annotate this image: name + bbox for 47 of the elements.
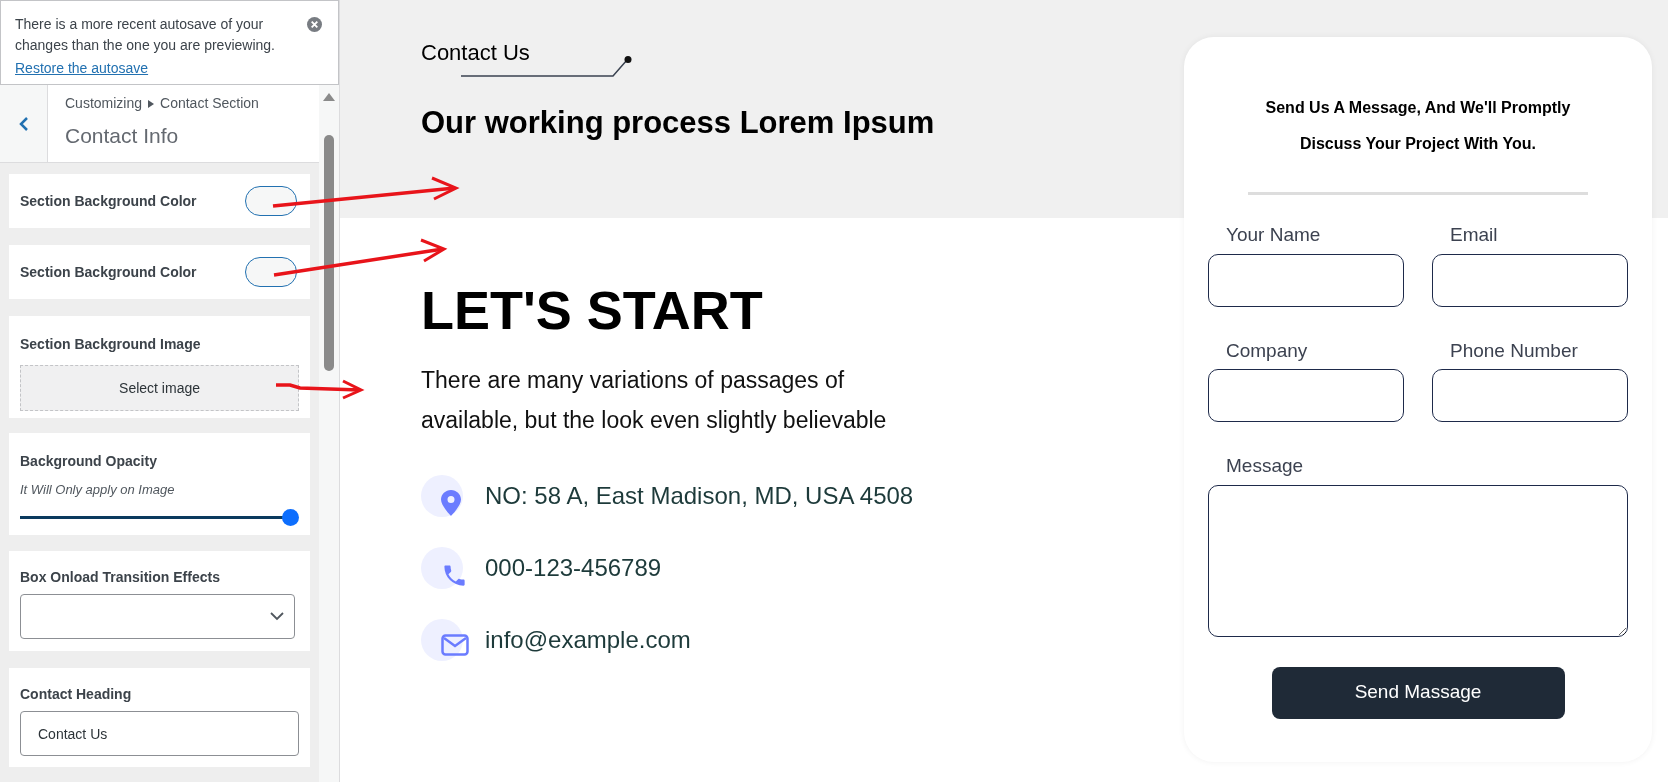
slider-thumb[interactable] xyxy=(282,508,300,526)
section-paragraph: There are many variations of passages of available, but the look even slightly believable xyxy=(421,366,888,435)
control-label: Contact Heading xyxy=(20,685,133,704)
breadcrumb-separator-icon xyxy=(148,99,155,108)
select-field[interactable] xyxy=(20,594,296,639)
section-title: LET'S START xyxy=(421,280,764,340)
close-icon[interactable] xyxy=(307,17,322,32)
chevron-down-icon xyxy=(270,612,285,621)
contact-info-text: info@example.com xyxy=(485,625,691,655)
back-chevron-icon xyxy=(18,115,29,132)
location-pin-icon xyxy=(441,490,461,516)
section-heading: Our working process Lorem Ipsum xyxy=(421,104,935,142)
scrollbar[interactable] xyxy=(319,85,339,782)
field-label: Company xyxy=(1225,338,1309,363)
color-swatch[interactable] xyxy=(245,186,298,216)
control-label: Section Background Image xyxy=(20,335,202,354)
text-input[interactable] xyxy=(1432,253,1628,307)
text-input[interactable] xyxy=(1208,253,1404,307)
breadcrumb-item: Contact Section xyxy=(160,94,259,113)
color-swatch[interactable] xyxy=(245,257,298,287)
control-label: Section Background Color xyxy=(20,262,197,282)
text-input[interactable] xyxy=(1432,369,1628,422)
contact-info-text: 000-123-456789 xyxy=(485,553,662,583)
scroll-up-icon[interactable] xyxy=(323,93,336,101)
select-image-button[interactable]: Select image xyxy=(20,365,300,411)
field-label: Email xyxy=(1449,223,1499,247)
scrollbar-thumb[interactable] xyxy=(324,135,335,371)
control-label: Section Background Color xyxy=(20,191,197,211)
field-label: Message xyxy=(1225,454,1305,478)
notice-text: There is a more recent autosave of your changes than the one you are previewing. xyxy=(15,15,276,55)
breadcrumb-item: Customizing xyxy=(65,94,143,113)
envelope-icon xyxy=(441,634,469,656)
contact-info-text: NO: 58 A, East Madison, MD, USA 4508 xyxy=(485,481,914,511)
control-label: Background Opacity xyxy=(20,452,158,471)
control-description: It Will Only apply on Image xyxy=(20,481,176,499)
phone-icon xyxy=(441,562,468,589)
restore-autosave-link[interactable]: Restore the autosave xyxy=(15,60,149,76)
panel-title: Contact Info xyxy=(65,123,180,149)
text-input[interactable] xyxy=(1208,369,1404,422)
field-label: Your Name xyxy=(1225,223,1322,247)
eyebrow-text: Contact Us xyxy=(421,40,530,65)
send-message-button[interactable]: Send Massage xyxy=(1271,666,1565,719)
form-title: Send Us A Message, And We'll Promptly Discuss Your Project With You. xyxy=(1264,98,1572,154)
opacity-slider[interactable] xyxy=(20,507,300,528)
field-label: Phone Number xyxy=(1449,338,1579,363)
control-label: Box Onload Transition Effects xyxy=(20,568,221,587)
heading-input[interactable]: Contact Us xyxy=(20,711,300,756)
